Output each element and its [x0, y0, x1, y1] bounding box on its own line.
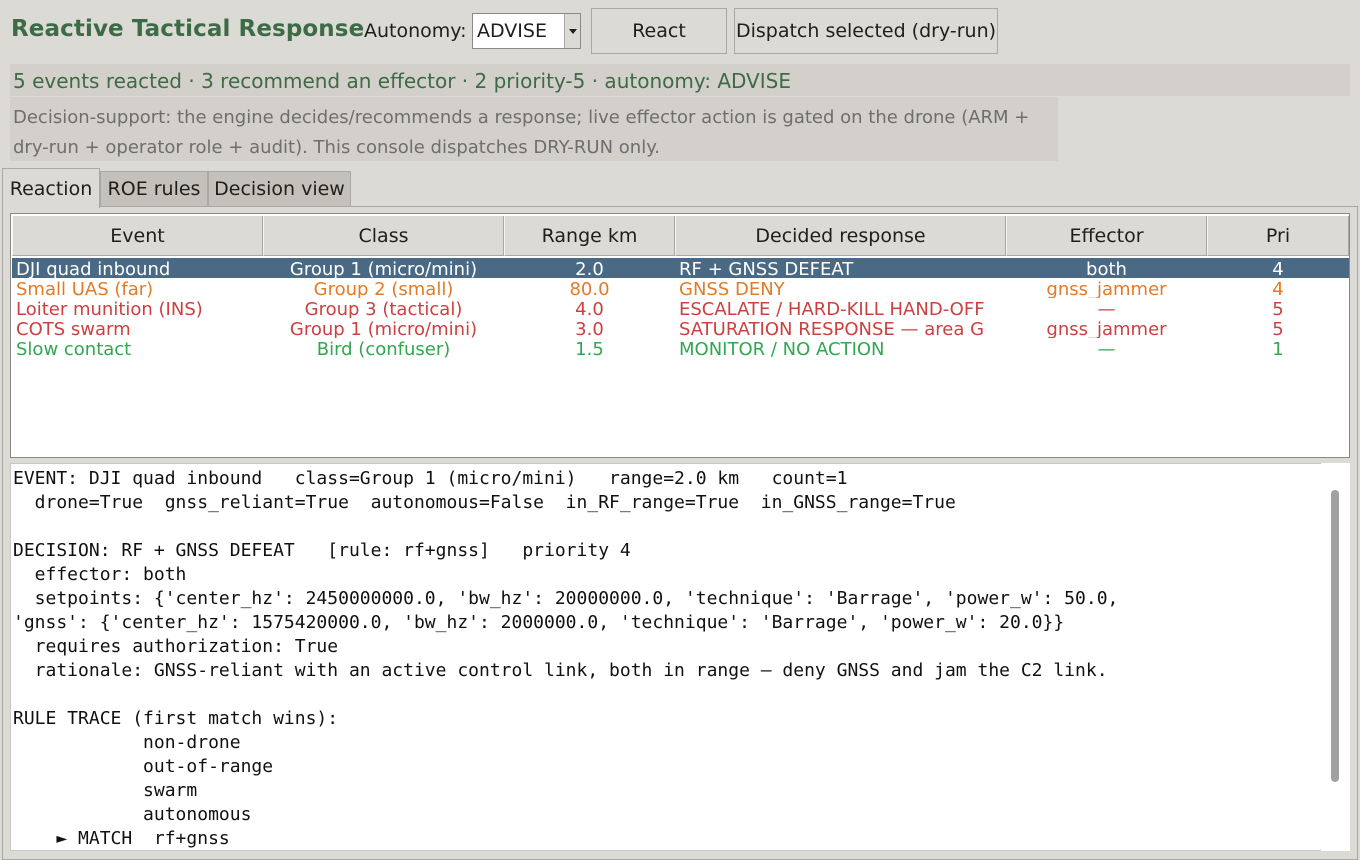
detail-line: RULE TRACE (first match wins): [13, 708, 339, 729]
tab-roe-rules[interactable]: ROE rules [100, 171, 208, 206]
detail-line [13, 683, 1118, 707]
cell-event: COTS swarm [16, 319, 131, 338]
tab-reaction[interactable]: Reaction [2, 168, 100, 208]
tab-strip: Reaction ROE rules Decision view [0, 168, 1360, 208]
cell-range: 3.0 [575, 319, 604, 338]
cell-class: Group 1 (micro/mini) [289, 259, 478, 278]
note-line: dry-run + operator role + audit). This c… [13, 137, 661, 158]
table-row[interactable]: COTS swarm Group 1 (micro/mini) 3.0 SATURAT… [12, 318, 1349, 338]
toolbar: Reactive Tactical Response Autonomy: ADV… [0, 0, 1360, 64]
cell-event: Loiter munition (INS) [16, 299, 203, 318]
table-row[interactable]: Small UAS (far) Group 2 (small) 80.0 GNSS D… [12, 278, 1349, 298]
cell-priority: 4 [1272, 259, 1284, 278]
cell-class: Group 1 (micro/mini) [289, 319, 478, 338]
table-header: Event Class Range km Decided response Ef… [12, 216, 1349, 256]
cell-event: Small UAS (far) [16, 279, 154, 298]
column-header-range[interactable]: Range km [504, 216, 675, 256]
cell-response: SATURATION RESPONSE — area G [679, 319, 985, 338]
dispatch-dry-run-button[interactable]: Dispatch selected (dry-run) [734, 8, 998, 54]
detail-line: requires authorization: True [13, 636, 339, 657]
detail-line: effector: both [13, 564, 187, 585]
detail-line: DECISION: RF + GNSS DEFEAT [rule: rf+gns… [13, 540, 631, 561]
summary-text: 5 events reacted · 3 recommend an effect… [13, 69, 791, 93]
app-title: Reactive Tactical Response [11, 16, 365, 42]
table-row[interactable]: Loiter munition (INS) Group 3 (tactical) 4… [12, 298, 1349, 318]
detail-line: 'gnss': {'center_hz': 1575420000.0, 'bw_… [13, 612, 1065, 633]
cell-event: DJI quad inbound [16, 259, 171, 278]
cell-response: GNSS DENY [679, 279, 785, 298]
cell-response: MONITOR / NO ACTION [679, 339, 885, 358]
detail-line: EVENT: DJI quad inbound class=Group 1 (m… [13, 468, 848, 489]
detail-line: out-of-range [13, 756, 274, 777]
cell-effector: gnss_jammer [1046, 279, 1167, 298]
column-header-priority[interactable]: Pri [1207, 216, 1349, 256]
cell-effector: gnss_jammer [1046, 319, 1167, 338]
react-button[interactable]: React [591, 8, 727, 54]
decision-support-note: Decision-support: the engine decides/rec… [10, 97, 1058, 161]
column-header-class[interactable]: Class [263, 216, 504, 256]
note-line: Decision-support: the engine decides/rec… [13, 107, 1030, 128]
autonomy-label: Autonomy: [364, 20, 467, 42]
cell-class: Bird (confuser) [316, 339, 451, 358]
cell-effector: — [1097, 299, 1116, 318]
cell-response: ESCALATE / HARD-KILL HAND-OFF [679, 299, 985, 318]
cell-range: 1.5 [575, 339, 604, 358]
cell-effector: both [1086, 259, 1127, 278]
cell-response: RF + GNSS DEFEAT [679, 259, 854, 278]
decision-detail: EVENT: DJI quad inbound class=Group 1 (m… [10, 463, 1350, 851]
cell-priority: 5 [1272, 299, 1284, 318]
column-header-response[interactable]: Decided response [675, 216, 1006, 256]
autonomy-select-value: ADVISE [477, 20, 547, 42]
cell-priority: 4 [1272, 279, 1284, 298]
detail-line: non-drone [13, 732, 241, 753]
cell-range: 2.0 [575, 259, 604, 278]
detail-line: drone=True gnss_reliant=True autonomous=… [13, 492, 956, 513]
cell-class: Group 2 (small) [313, 279, 454, 298]
table-body: DJI quad inbound Group 1 (micro/mini) 2.0 R… [12, 258, 1349, 358]
dropdown-arrow-icon[interactable] [564, 14, 580, 48]
cell-priority: 1 [1272, 339, 1284, 358]
events-table: Event Class Range km Decided response Ef… [10, 213, 1350, 458]
detail-scrollbar-thumb[interactable] [1331, 490, 1339, 782]
column-header-event[interactable]: Event [12, 216, 263, 256]
detail-line: rationale: GNSS-reliant with an active c… [13, 660, 1108, 681]
detail-line: autonomous [13, 804, 252, 825]
cell-priority: 5 [1272, 319, 1284, 338]
cell-range: 4.0 [575, 299, 604, 318]
detail-line: setpoints: {'center_hz': 2450000000.0, '… [13, 588, 1119, 609]
table-row[interactable]: DJI quad inbound Group 1 (micro/mini) 2.0 R… [12, 258, 1349, 278]
cell-range: 80.0 [569, 279, 610, 298]
cell-class: Group 3 (tactical) [304, 299, 463, 318]
autonomy-select[interactable]: ADVISE [472, 13, 581, 49]
detail-line [13, 515, 1118, 539]
tab-decision-view[interactable]: Decision view [208, 171, 351, 206]
cell-effector: — [1097, 339, 1116, 358]
column-header-effector[interactable]: Effector [1006, 216, 1207, 256]
detail-line: swarm [13, 780, 198, 801]
cell-event: Slow contact [16, 339, 132, 358]
summary-bar: 5 events reacted · 3 recommend an effect… [10, 64, 1350, 96]
decision-detail-text: EVENT: DJI quad inbound class=Group 1 (m… [13, 467, 1119, 850]
table-row[interactable]: Slow contact Bird (confuser) 1.5 MONITOR / … [12, 338, 1349, 358]
detail-line: ► MATCH rf+gnss [13, 828, 230, 849]
